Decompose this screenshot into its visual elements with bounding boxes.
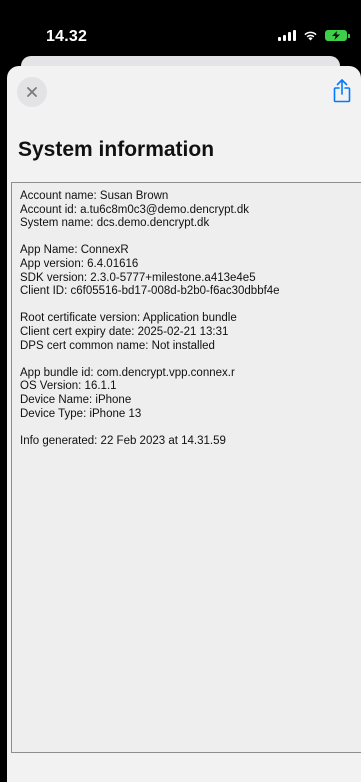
client-cert-expiry: Client cert expiry date: 2025-02-21 13:3… — [20, 325, 229, 338]
close-icon — [27, 87, 37, 97]
client-id: Client ID: c6f05516-bd17-008d-b2b0-f6ac3… — [20, 285, 280, 298]
close-button[interactable] — [17, 77, 47, 107]
share-button[interactable] — [329, 76, 355, 106]
system-info-text: Account name: Susan Brown Account id: a.… — [12, 183, 361, 448]
account-info-group: Account name: Susan Brown Account id: a.… — [20, 190, 361, 231]
os-version: OS Version: 16.1.1 — [20, 380, 117, 393]
app-bundle-id: App bundle id: com.dencrypt.vpp.connex.r — [20, 366, 235, 379]
system-name: System name: dcs.demo.dencrypt.dk — [20, 217, 210, 230]
cellular-signal-icon — [278, 30, 296, 41]
status-time: 14.32 — [46, 28, 88, 45]
device-name: Device Name: iPhone — [20, 393, 132, 406]
system-info-textbox[interactable]: Account name: Susan Brown Account id: a.… — [11, 182, 361, 753]
info-generated: Info generated: 22 Feb 2023 at 14.31.59 — [20, 434, 226, 447]
wifi-icon — [303, 30, 318, 41]
account-name: Account name: Susan Brown — [20, 190, 169, 202]
generated-info-group: Info generated: 22 Feb 2023 at 14.31.59 — [20, 435, 361, 449]
page-title: System information — [18, 138, 215, 161]
sdk-version: SDK version: 2.3.0-5777+milestone.a413e4… — [20, 271, 256, 284]
device-info-group: App bundle id: com.dencrypt.vpp.connex.r… — [20, 367, 361, 421]
share-icon — [333, 79, 351, 103]
status-icons — [278, 30, 350, 41]
phone-screen: 14.32 System information Account name: S… — [0, 0, 361, 782]
status-bar: 14.32 — [0, 0, 361, 58]
dps-cert-common-name: DPS cert common name: Not installed — [20, 339, 215, 352]
app-name: App Name: ConnexR — [20, 244, 129, 257]
device-type: Device Type: iPhone 13 — [20, 407, 142, 420]
app-version: App version: 6.4.01616 — [20, 257, 139, 270]
battery-charging-icon — [325, 30, 350, 41]
account-id: Account id: a.tu6c8m0c3@demo.dencrypt.dk — [20, 203, 250, 216]
app-info-group: App Name: ConnexR App version: 6.4.01616… — [20, 244, 361, 298]
root-certificate-version: Root certificate version: Application bu… — [20, 312, 237, 325]
certificate-info-group: Root certificate version: Application bu… — [20, 312, 361, 353]
modal-sheet: System information Account name: Susan B… — [7, 66, 361, 782]
